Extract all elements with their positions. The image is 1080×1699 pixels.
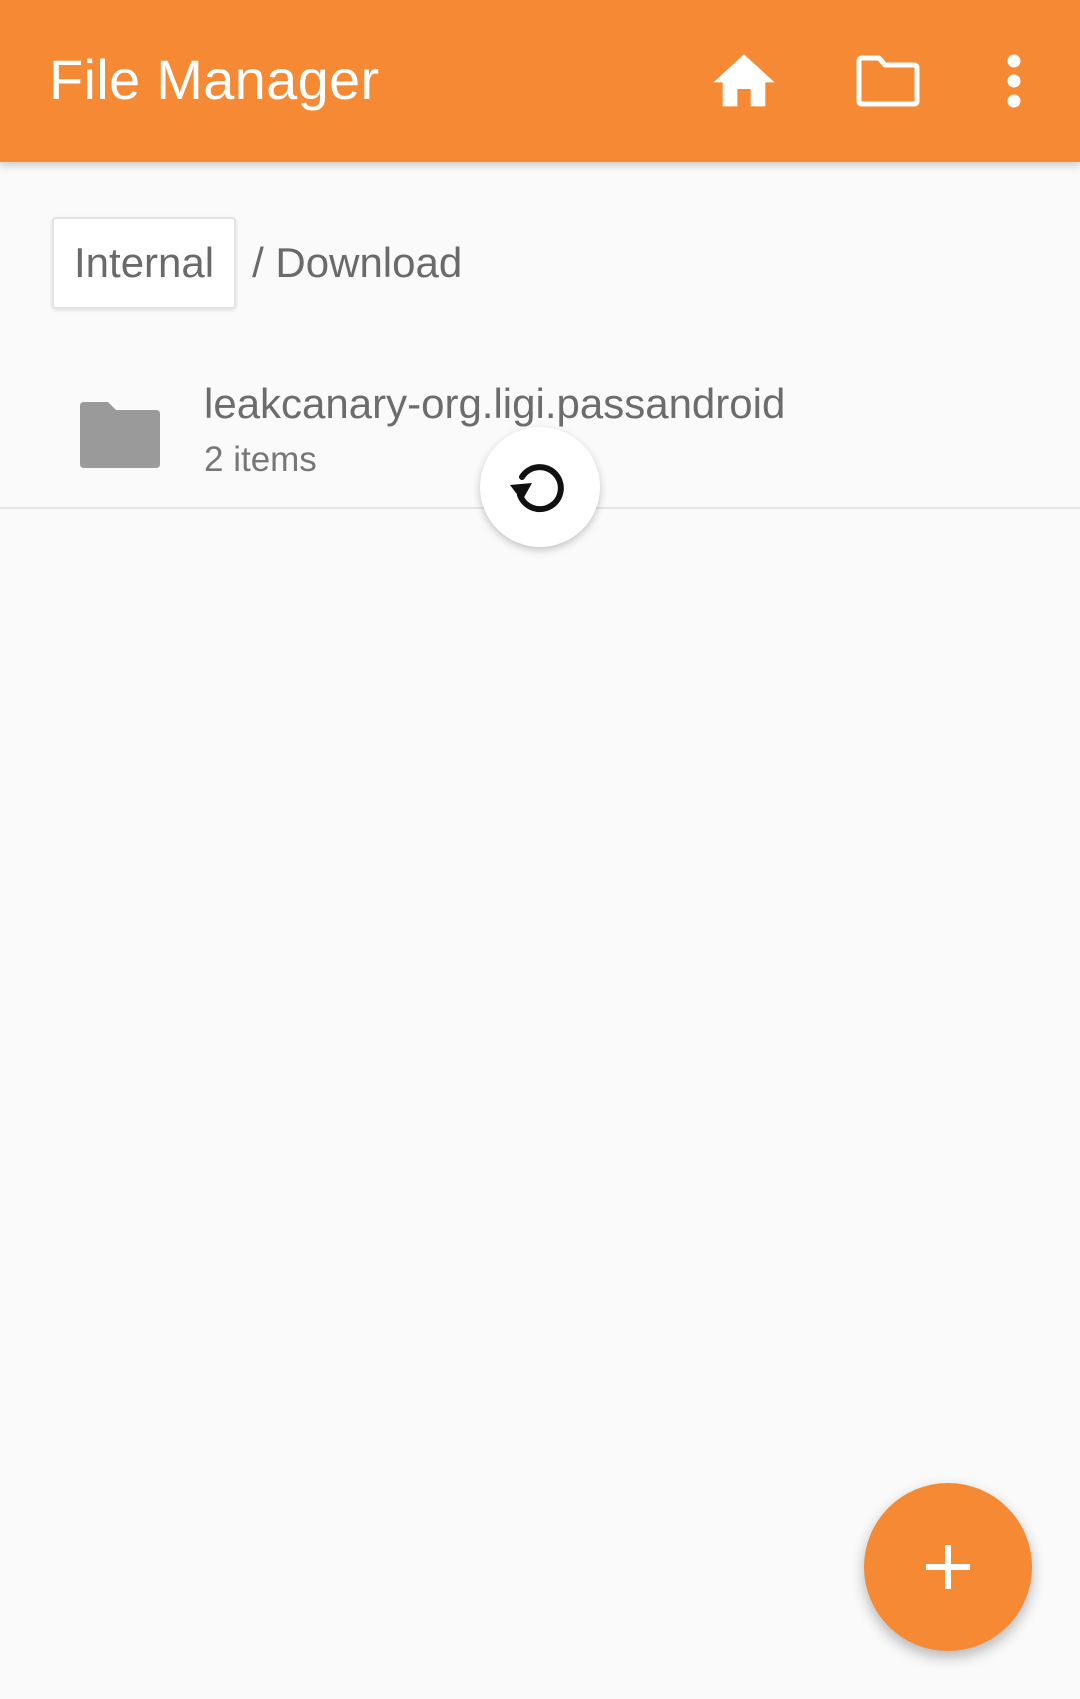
file-manager-screen: File Manager Internal / Download leakcan… [0, 0, 1080, 1699]
app-title: File Manager [49, 48, 380, 111]
breadcrumb: Internal / Download [52, 215, 462, 311]
overflow-menu-button[interactable] [974, 41, 1054, 121]
more-vert-icon [1007, 54, 1021, 108]
home-button[interactable] [704, 41, 784, 121]
file-item-count: 2 items [204, 440, 317, 479]
plus-icon [926, 1545, 970, 1589]
breadcrumb-root[interactable]: Internal [52, 217, 237, 309]
breadcrumb-path[interactable]: / Download [252, 239, 462, 287]
refresh-indicator [480, 427, 600, 547]
folder-icon [80, 402, 160, 468]
folder-button[interactable] [848, 41, 928, 121]
folder-outline-icon [856, 55, 920, 107]
home-icon [713, 54, 775, 107]
file-name: leakcanary-org.ligi.passandroid [204, 380, 786, 427]
add-button[interactable] [864, 1483, 1032, 1651]
refresh-icon [510, 464, 564, 513]
app-toolbar: File Manager [0, 0, 1080, 162]
